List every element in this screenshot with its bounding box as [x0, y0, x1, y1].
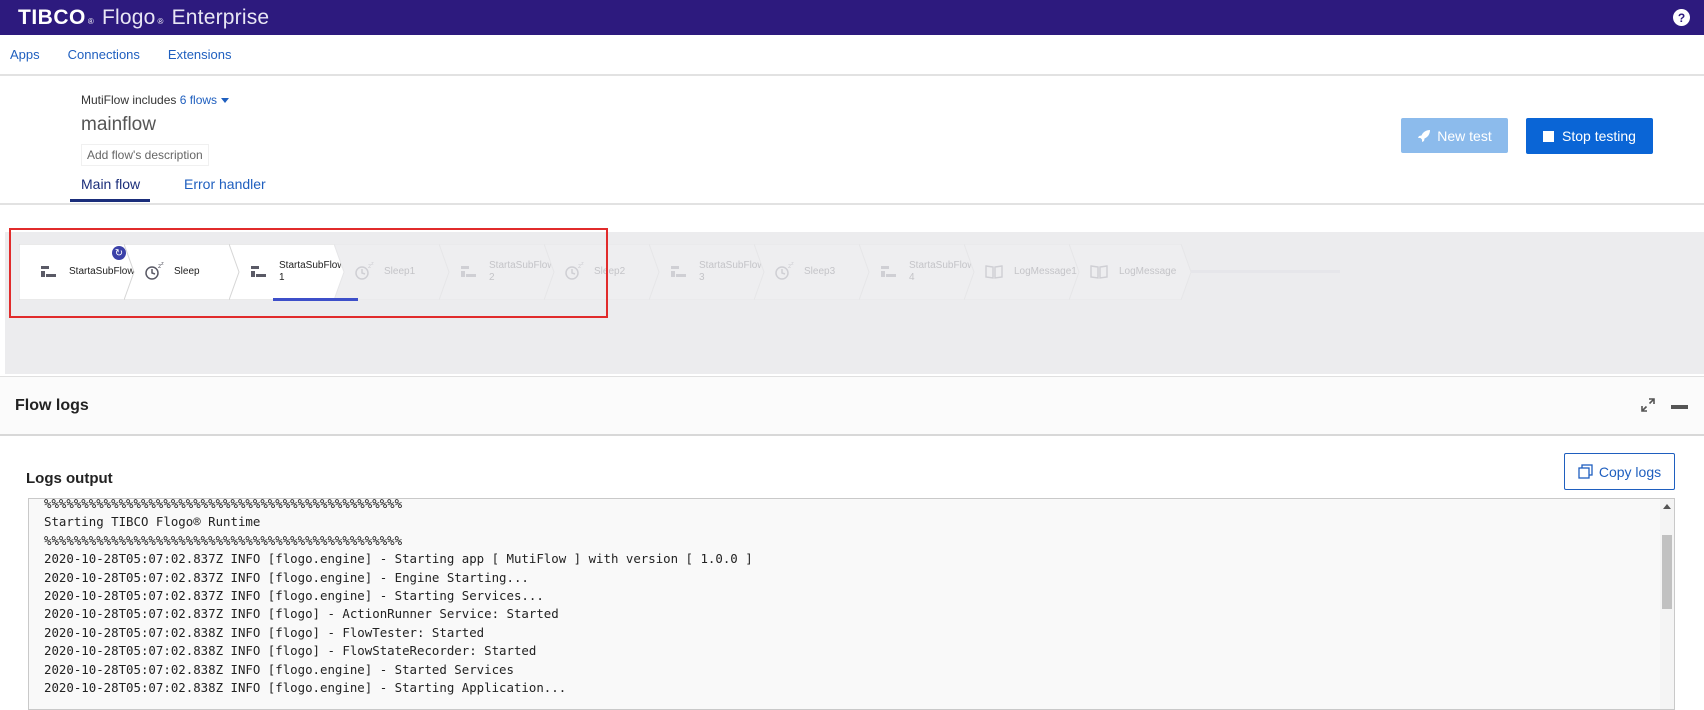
log-line: 2020-10-28T05:07:02.838Z INFO [flogo.eng…	[44, 680, 567, 696]
stop-icon	[1543, 130, 1555, 142]
brand-enterprise: Enterprise	[171, 5, 270, 29]
flow-logs-title: Flow logs	[15, 397, 89, 414]
log-line: Starting TIBCO Flogo® Runtime	[44, 514, 261, 530]
svg-text:z: z	[581, 262, 584, 267]
log-line: %%%%%%%%%%%%%%%%%%%%%%%%%%%%%%%%%%%%%%%%…	[44, 532, 403, 548]
top-nav: Apps Connections Extensions	[0, 35, 1704, 76]
stop-testing-button[interactable]: Stop testing	[1526, 118, 1653, 154]
logs-output-title: Logs output	[26, 470, 113, 487]
new-test-button[interactable]: New test	[1401, 118, 1508, 153]
log-line: 2020-10-28T05:07:02.837Z INFO [flogo.eng…	[44, 569, 529, 585]
copy-logs-button[interactable]: Copy logs	[1564, 453, 1675, 490]
activity-sleep2[interactable]: z z Sleep2	[544, 244, 666, 300]
svg-text:z: z	[791, 262, 794, 267]
scroll-up-icon[interactable]	[1663, 504, 1671, 509]
log-line: 2020-10-28T05:07:02.838Z INFO [flogo] - …	[44, 624, 485, 640]
selected-activity-indicator	[273, 298, 358, 301]
log-line: 2020-10-28T05:07:02.837Z INFO [flogo.eng…	[44, 588, 544, 604]
sleep-icon: zz	[354, 261, 374, 282]
activity-logmessage[interactable]: LogMessage	[1069, 244, 1191, 300]
flow-header: MutiFlow includes 6 flows mainflow Add f…	[0, 78, 1704, 205]
subflow-icon	[459, 262, 479, 282]
sleep-icon: zz	[774, 261, 794, 282]
product-logo: TIBCO ® Flogo ® Enterprise	[18, 5, 270, 29]
brand-flogo: Flogo	[101, 5, 156, 29]
nav-extensions[interactable]: Extensions	[168, 47, 232, 62]
brand-bar: TIBCO ® Flogo ® Enterprise ?	[0, 0, 1704, 35]
activity-startasubflow1[interactable]: StartaSubFlow1	[229, 244, 351, 300]
subflow-icon	[249, 262, 269, 282]
activity-startasubflow4[interactable]: StartaSubFlow4	[859, 244, 981, 300]
activity-startasubflow3[interactable]: StartaSubFlow3	[649, 244, 771, 300]
expand-icon[interactable]	[1640, 397, 1656, 413]
flow-description-field[interactable]: Add flow's description	[81, 144, 209, 166]
activity-logmessage1[interactable]: LogMessage1	[964, 244, 1086, 300]
tab-main-flow[interactable]: Main flow	[70, 176, 151, 202]
log-line: 2020-10-28T05:07:02.837Z INFO [flogo] - …	[44, 606, 559, 622]
copy-icon	[1578, 464, 1593, 479]
svg-text:z: z	[371, 262, 374, 267]
logs-textarea[interactable]: %%%%%%%%%%%%%%%%%%%%%%%%%%%%%%%%%%%%%%%%…	[28, 498, 1675, 710]
nav-apps[interactable]: Apps	[10, 47, 40, 62]
sleep-icon: zz	[564, 261, 584, 282]
sleep-icon: zz	[144, 261, 164, 282]
activity-sleep3[interactable]: z z Sleep3	[754, 244, 876, 300]
log-icon	[1089, 262, 1109, 282]
activity-label: LogMessage	[1119, 266, 1177, 277]
subflow-icon	[879, 262, 899, 282]
log-line: 2020-10-28T05:07:02.837Z INFO [flogo.eng…	[44, 551, 753, 567]
minimize-icon[interactable]	[1671, 405, 1688, 409]
svg-text:z: z	[161, 262, 164, 267]
activity-sleep1[interactable]: z z Sleep1	[334, 244, 456, 300]
nav-connections[interactable]: Connections	[68, 47, 140, 62]
subflow-icon	[39, 262, 59, 282]
scrollbar-thumb[interactable]	[1662, 535, 1672, 609]
flow-name[interactable]: mainflow	[81, 114, 156, 136]
brand-tibco: TIBCO	[18, 5, 86, 29]
log-icon	[984, 262, 1004, 282]
log-line: 2020-10-28T05:07:02.838Z INFO [flogo.eng…	[44, 661, 514, 677]
log-line: 2020-10-28T05:07:02.838Z INFO [flogo] - …	[44, 643, 537, 659]
rocket-icon	[1418, 129, 1431, 142]
scrollbar[interactable]	[1660, 499, 1674, 709]
log-line: %%%%%%%%%%%%%%%%%%%%%%%%%%%%%%%%%%%%%%%%…	[44, 498, 403, 511]
activity-startasubflow2[interactable]: StartaSubFlow2	[439, 244, 561, 300]
flows-dropdown[interactable]: 6 flows	[180, 93, 217, 107]
help-icon[interactable]: ?	[1673, 9, 1690, 26]
tab-error-handler[interactable]: Error handler	[184, 176, 266, 199]
logs-output-panel: Logs output Copy logs %%%%%%%%%%%%%%%%%%…	[0, 436, 1704, 710]
flow-includes: MutiFlow includes 6 flows	[81, 93, 230, 107]
log-lines: %%%%%%%%%%%%%%%%%%%%%%%%%%%%%%%%%%%%%%%%…	[44, 498, 753, 697]
refresh-icon[interactable]: ↻	[112, 246, 126, 260]
chevron-down-icon[interactable]	[221, 98, 230, 104]
activity-sleep[interactable]: z z Sleep	[124, 244, 246, 300]
subflow-icon	[669, 262, 689, 282]
flow-logs-header: Flow logs	[0, 376, 1704, 436]
